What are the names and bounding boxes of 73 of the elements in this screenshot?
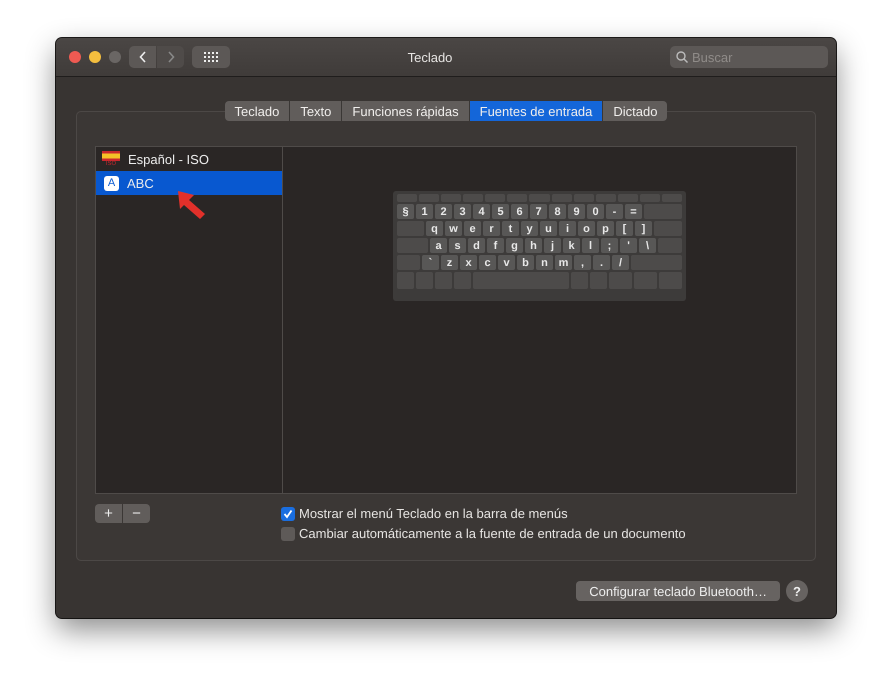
keyboard-key: . (593, 255, 610, 270)
keyboard-key: 6 (511, 204, 528, 219)
keyboard-key: r (483, 221, 500, 236)
minimize-button[interactable] (89, 51, 101, 63)
search-icon (676, 51, 688, 63)
bluetooth-setup-button[interactable]: Configurar teclado Bluetooth… (576, 581, 780, 601)
letter-icon: A (104, 176, 119, 190)
close-button[interactable] (69, 51, 81, 63)
help-button[interactable]: ? (786, 580, 808, 602)
keyboard-key: t (502, 221, 519, 236)
keyboard-key: 5 (492, 204, 509, 219)
show-all-button[interactable] (192, 46, 230, 68)
keyboard-key: § (397, 204, 414, 219)
keyboard-key: f (487, 238, 504, 253)
chevron-right-icon (166, 51, 174, 63)
keyboard-key: 3 (454, 204, 471, 219)
add-button[interactable]: + (95, 504, 122, 523)
keyboard-key: 9 (568, 204, 585, 219)
keyboard-key: q (426, 221, 443, 236)
keyboard-key: l (582, 238, 599, 253)
keyboard-key: 8 (549, 204, 566, 219)
keyboard-key: ' (620, 238, 637, 253)
keyboard-key: 2 (435, 204, 452, 219)
tab[interactable]: Teclado (224, 101, 290, 121)
keyboard-key: m (555, 255, 572, 270)
keyboard-key: p (597, 221, 614, 236)
keyboard-key: 0 (587, 204, 604, 219)
keyboard-key: 7 (530, 204, 547, 219)
keyboard-key: h (525, 238, 542, 253)
keyboard-key: o (578, 221, 595, 236)
keyboard-key: u (540, 221, 557, 236)
keyboard-key: e (464, 221, 481, 236)
chevron-left-icon (138, 51, 146, 63)
tab[interactable]: Dictado (603, 101, 668, 121)
keyboard-key: d (468, 238, 485, 253)
checkbox[interactable] (281, 506, 295, 520)
keyboard-key: s (449, 238, 466, 253)
keyboard-key: y (521, 221, 538, 236)
window-title: Teclado (408, 50, 452, 64)
remove-button[interactable]: − (123, 504, 150, 523)
checkbox-label: Cambiar automáticamente a la fuente de entrada de un documento (299, 526, 686, 541)
keyboard-key: i (559, 221, 576, 236)
pointer-arrow-icon (176, 189, 208, 221)
keyboard-key: j (544, 238, 561, 253)
keyboard-key: 4 (473, 204, 490, 219)
tab[interactable]: Funciones rápidas (342, 101, 470, 121)
keyboard-key: ; (601, 238, 618, 253)
keyboard-key: n (536, 255, 553, 270)
keyboard-key: a (430, 238, 447, 253)
keyboard-key: / (612, 255, 629, 270)
checkbox[interactable] (281, 526, 295, 540)
keyboard-key: \ (639, 238, 656, 253)
keyboard-key: b (517, 255, 534, 270)
keyboard-key: ` (422, 255, 439, 270)
tab[interactable]: Fuentes de entrada (470, 101, 604, 121)
tab[interactable]: Texto (290, 101, 342, 121)
keyboard-key: c (479, 255, 496, 270)
keyboard-key: ] (635, 221, 652, 236)
keyboard-key: g (506, 238, 523, 253)
grid-icon (204, 52, 218, 62)
keyboard-key: 1 (416, 204, 433, 219)
keyboard-key: , (574, 255, 591, 270)
keyboard-key: v (498, 255, 515, 270)
keyboard-key: x (460, 255, 477, 270)
checkbox-label: Mostrar el menú Teclado en la barra de menús (299, 506, 568, 521)
input-source-item[interactable]: A ABC (96, 171, 282, 195)
keyboard-key: w (445, 221, 462, 236)
keyboard-key: - (606, 204, 623, 219)
keyboard-key: z (441, 255, 458, 270)
keyboard-key: [ (616, 221, 633, 236)
keyboard-key: = (625, 204, 642, 219)
keyboard-key: k (563, 238, 580, 253)
back-button[interactable] (129, 46, 156, 68)
